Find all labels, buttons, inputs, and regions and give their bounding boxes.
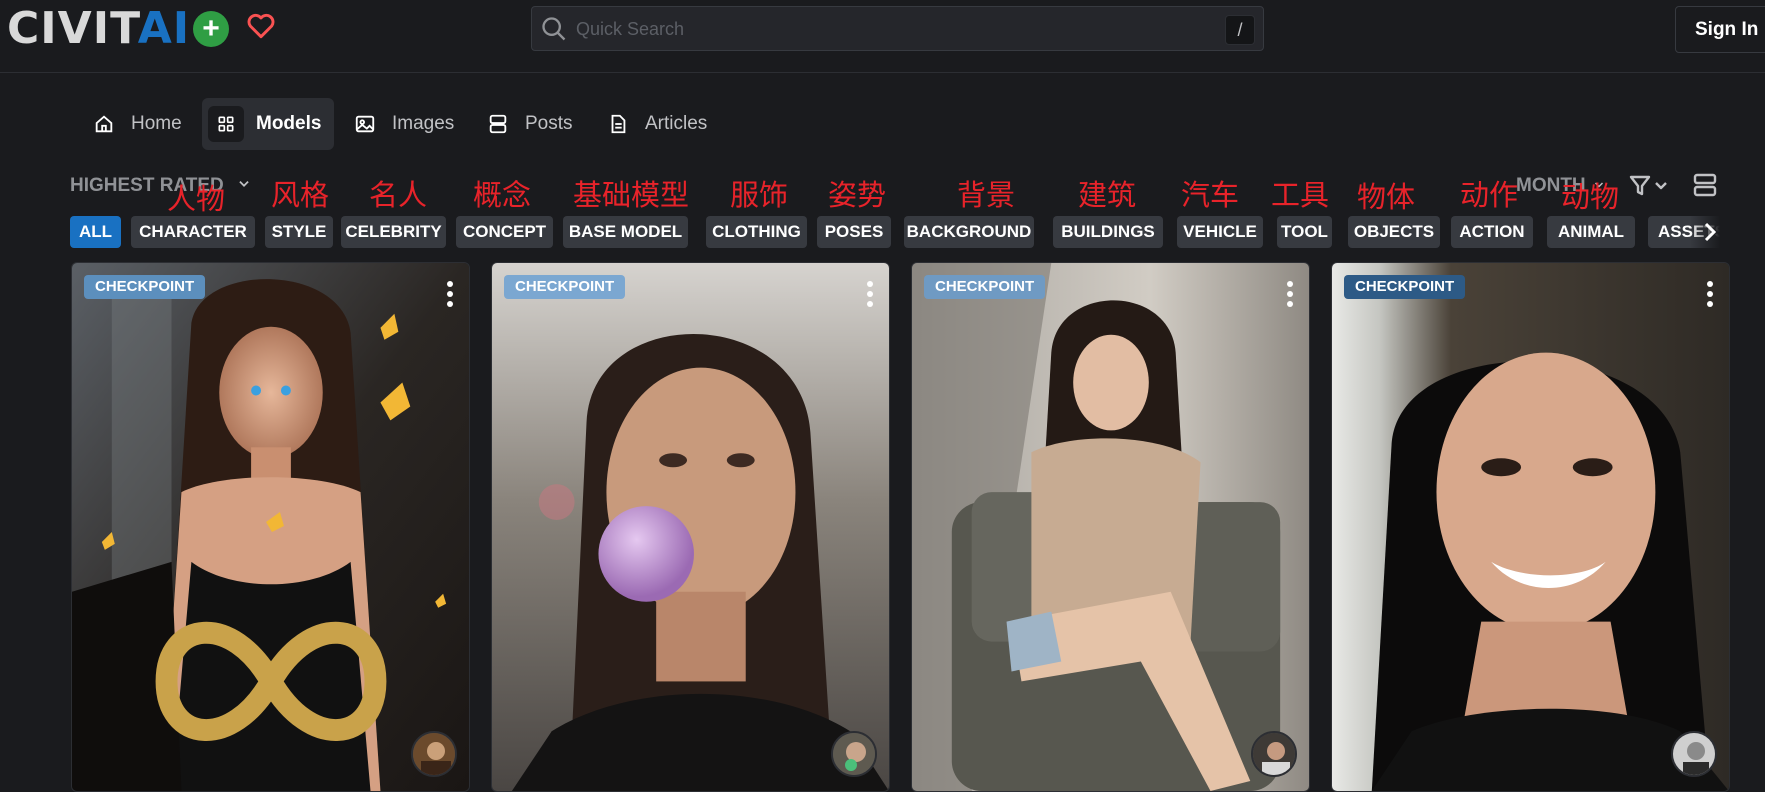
plus-icon: + bbox=[202, 12, 220, 45]
annotation-buildings: 建筑 bbox=[1078, 178, 1137, 212]
chip-vehicle[interactable]: VEHICLE bbox=[1177, 216, 1263, 248]
chip-tool[interactable]: TOOL bbox=[1277, 216, 1332, 248]
model-card[interactable]: CHECKPOINT bbox=[71, 262, 470, 792]
nav-models[interactable]: Models bbox=[202, 98, 335, 150]
annotation-objects: 物体 bbox=[1357, 180, 1416, 214]
annotation-action: 动作 bbox=[1460, 178, 1519, 212]
more-vertical-icon bbox=[447, 281, 453, 307]
nav-models-icon-box bbox=[208, 106, 244, 142]
annotation-character: 人物 bbox=[167, 182, 226, 216]
nav-home-label: Home bbox=[131, 113, 182, 134]
create-plus-button[interactable]: + bbox=[193, 11, 229, 47]
civitai-logo[interactable]: CIVITAI bbox=[7, 7, 190, 51]
model-preview-image bbox=[912, 263, 1309, 791]
creator-avatar[interactable] bbox=[411, 731, 457, 777]
category-chips: ALL CHARACTER STYLE CELEBRITY CONCEPT BA… bbox=[70, 216, 1725, 248]
logo-ai: AI bbox=[137, 3, 191, 54]
checkpoint-badge: CHECKPOINT bbox=[924, 275, 1046, 299]
nav-articles[interactable]: Articles bbox=[607, 98, 707, 150]
filter-icon bbox=[1629, 175, 1667, 196]
chip-background[interactable]: BACKGROUND bbox=[904, 216, 1034, 248]
creator-avatar[interactable] bbox=[831, 731, 877, 777]
home-icon bbox=[95, 115, 113, 133]
chip-action[interactable]: ACTION bbox=[1451, 216, 1533, 248]
search-shortcut-key: / bbox=[1225, 15, 1255, 45]
card-menu-button[interactable] bbox=[1705, 279, 1715, 309]
annotation-tool: 工具 bbox=[1271, 178, 1330, 212]
card-menu-button[interactable] bbox=[445, 279, 455, 309]
chips-scroll-right-button[interactable] bbox=[1700, 219, 1720, 245]
card-menu-button[interactable] bbox=[1285, 279, 1295, 309]
chip-all[interactable]: ALL bbox=[70, 216, 121, 248]
nav-images[interactable]: Images bbox=[354, 98, 454, 150]
layout-icon bbox=[1693, 173, 1717, 197]
model-preview-image bbox=[1332, 263, 1729, 791]
chip-style[interactable]: STYLE bbox=[265, 216, 333, 248]
layout-toggle-button[interactable] bbox=[1692, 172, 1718, 198]
support-heart-button[interactable] bbox=[244, 10, 278, 44]
chip-character[interactable]: CHARACTER bbox=[131, 216, 255, 248]
heart-icon bbox=[247, 13, 275, 39]
more-vertical-icon bbox=[867, 281, 873, 307]
annotation-celebrity: 名人 bbox=[369, 178, 428, 212]
checkpoint-badge: CHECKPOINT bbox=[1344, 275, 1466, 299]
card-menu-button[interactable] bbox=[865, 279, 875, 309]
chip-objects[interactable]: OBJECTS bbox=[1348, 216, 1440, 248]
nav-models-label: Models bbox=[256, 113, 322, 134]
annotation-vehicle: 汽车 bbox=[1181, 178, 1240, 212]
annotation-base-model: 基础模型 bbox=[573, 178, 690, 212]
grid-icon bbox=[218, 116, 234, 132]
annotation-poses: 姿势 bbox=[828, 178, 887, 212]
nav-images-label: Images bbox=[392, 113, 455, 134]
chip-buildings[interactable]: BUILDINGS bbox=[1053, 216, 1163, 248]
model-preview-image bbox=[72, 263, 469, 791]
nav-posts-label: Posts bbox=[525, 113, 573, 134]
more-vertical-icon bbox=[1287, 281, 1293, 307]
sort-dropdown[interactable]: HIGHEST RATED bbox=[70, 175, 253, 197]
search-icon bbox=[542, 17, 566, 41]
chevron-right-icon bbox=[1704, 222, 1717, 242]
filter-button[interactable] bbox=[1628, 173, 1670, 199]
checkpoint-badge: CHECKPOINT bbox=[84, 275, 206, 299]
logo-civ: CIVIT bbox=[7, 3, 138, 54]
creator-avatar[interactable] bbox=[1671, 731, 1717, 777]
model-card[interactable]: CHECKPOINT bbox=[1331, 262, 1730, 792]
posts-icon bbox=[489, 114, 507, 134]
chip-celebrity[interactable]: CELEBRITY bbox=[341, 216, 446, 248]
annotation-animal: 动物 bbox=[1561, 180, 1620, 214]
article-icon bbox=[611, 114, 626, 134]
more-vertical-icon bbox=[1707, 281, 1713, 307]
checkpoint-badge: CHECKPOINT bbox=[504, 275, 626, 299]
model-card[interactable]: CHECKPOINT bbox=[911, 262, 1310, 792]
model-preview-image bbox=[492, 263, 889, 791]
top-bar: CIVITAI + / Sign In bbox=[0, 0, 1765, 73]
chip-concept[interactable]: CONCEPT bbox=[456, 216, 553, 248]
chip-base-model[interactable]: BASE MODEL bbox=[563, 216, 688, 248]
nav-articles-label: Articles bbox=[645, 113, 708, 134]
model-card[interactable]: CHECKPOINT bbox=[491, 262, 890, 792]
chip-animal[interactable]: ANIMAL bbox=[1547, 216, 1635, 248]
nav-posts[interactable]: Posts bbox=[487, 98, 573, 150]
chip-poses[interactable]: POSES bbox=[817, 216, 891, 248]
nav-home[interactable]: Home bbox=[93, 98, 182, 150]
creator-avatar[interactable] bbox=[1251, 731, 1297, 777]
annotation-concept: 概念 bbox=[473, 178, 532, 212]
sign-in-button[interactable]: Sign In bbox=[1675, 6, 1765, 53]
image-icon bbox=[355, 115, 375, 133]
annotation-clothing: 服饰 bbox=[730, 178, 789, 212]
annotation-background: 背景 bbox=[957, 178, 1016, 212]
annotation-style: 风格 bbox=[271, 178, 330, 212]
quick-search-box[interactable]: / bbox=[531, 6, 1264, 51]
chevron-down-icon bbox=[239, 181, 249, 187]
chip-clothing[interactable]: CLOTHING bbox=[706, 216, 807, 248]
search-input[interactable] bbox=[576, 13, 1196, 45]
